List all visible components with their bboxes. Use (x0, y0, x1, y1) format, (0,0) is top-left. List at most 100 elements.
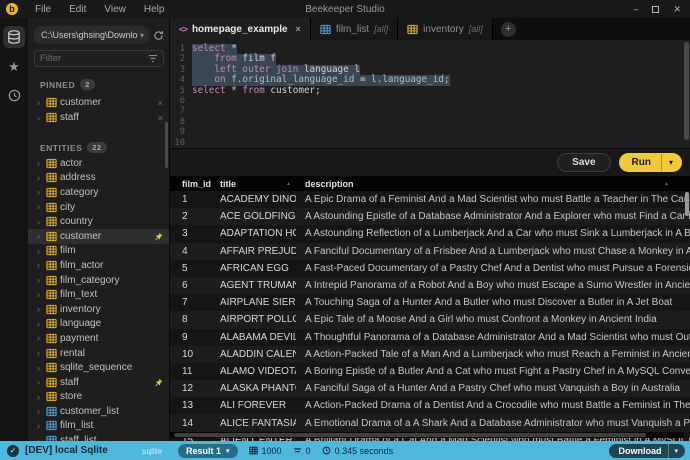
database-panel-button[interactable] (3, 26, 25, 48)
table-row[interactable]: 4AFFAIR PREJUDICEA Fanciful Documentary … (170, 243, 690, 260)
download-options-caret[interactable]: ▾ (668, 444, 685, 458)
entity-film_text[interactable]: ›film_text (28, 287, 169, 302)
menu-edit[interactable]: Edit (60, 4, 95, 15)
table-row[interactable]: 10ALADDIN CALENDARA Action-Packed Tale o… (170, 346, 690, 363)
code-line-5[interactable]: 5select * from customer; (170, 86, 690, 96)
chevron-right-icon[interactable]: › (37, 246, 46, 256)
run-button[interactable]: Run ▾ (619, 153, 682, 172)
chevron-right-icon[interactable]: › (37, 333, 46, 343)
entity-staff_list[interactable]: ›staff_list (28, 433, 169, 441)
result-selector[interactable]: Result 1 ▾ (178, 444, 238, 458)
chevron-right-icon[interactable]: › (37, 392, 46, 402)
close-button[interactable]: ✕ (673, 0, 681, 18)
chevron-right-icon[interactable]: › (37, 290, 46, 300)
chevron-right-icon[interactable]: › (37, 421, 46, 431)
table-row[interactable]: 12ALASKA PHANTOMA Fanciful Saga of a Hun… (170, 380, 690, 397)
entity-film_category[interactable]: ›film_category (28, 273, 169, 288)
chevron-right-icon[interactable]: › (37, 260, 46, 270)
entity-country[interactable]: ›country (28, 214, 169, 229)
entity-payment[interactable]: ›payment (28, 331, 169, 346)
table-row[interactable]: 13ALI FOREVERA Action-Packed Drama of a … (170, 397, 690, 414)
entity-language[interactable]: ›language (28, 317, 169, 332)
entity-actor[interactable]: ›actor (28, 156, 169, 171)
maximize-button[interactable] (652, 6, 659, 13)
table-row[interactable]: 3ADAPTATION HOLESA Astounding Reflection… (170, 225, 690, 242)
tab-homepage_example[interactable]: <>homepage_example× (170, 18, 311, 40)
chevron-right-icon[interactable]: › (37, 377, 46, 387)
horizontal-scrollbar[interactable] (170, 432, 684, 438)
chevron-right-icon[interactable]: › (37, 113, 46, 123)
sidebar-scrollbar[interactable] (165, 122, 168, 168)
table-row[interactable]: 8AIRPORT POLLOCKA Epic Tale of a Moose A… (170, 311, 690, 328)
table-row[interactable]: 6AGENT TRUMANA Intrepid Panorama of a Ro… (170, 277, 690, 294)
save-button[interactable]: Save (557, 153, 610, 172)
chevron-right-icon[interactable]: › (37, 98, 46, 108)
download-button[interactable]: Download ▾ (609, 444, 685, 458)
chevron-right-icon[interactable]: › (37, 406, 46, 416)
code-line-7[interactable]: 7 (170, 106, 690, 116)
chevron-right-icon[interactable]: › (37, 173, 46, 183)
column-header-film_id[interactable]: film_id▲ (170, 179, 212, 189)
vertical-scrollbar[interactable] (685, 192, 689, 216)
favorites-button[interactable]: ★ (3, 58, 25, 76)
chevron-right-icon[interactable]: › (37, 187, 46, 197)
entity-customer[interactable]: ›customer (28, 229, 169, 244)
new-tab-button[interactable]: + (501, 22, 516, 37)
column-header-title[interactable]: title▲ (212, 179, 296, 189)
filter-input[interactable] (40, 53, 148, 64)
filter-icon[interactable] (148, 54, 158, 63)
connection-selector[interactable]: C:\Users\ghsing\Downloads ▾ (34, 26, 149, 44)
code-line-9[interactable]: 9 (170, 127, 690, 137)
menu-file[interactable]: File (26, 4, 60, 15)
chevron-right-icon[interactable]: › (37, 158, 46, 168)
chevron-right-icon[interactable]: › (37, 363, 46, 373)
code-line-10[interactable]: 10 (170, 138, 690, 148)
entity-store[interactable]: ›store (28, 390, 169, 405)
tab-inventory[interactable]: inventory[all] (398, 18, 493, 40)
entity-film[interactable]: ›film (28, 244, 169, 259)
chevron-right-icon[interactable]: › (37, 319, 46, 329)
table-row[interactable]: 2ACE GOLDFINGERA Astounding Epistle of a… (170, 208, 690, 225)
entity-customer_list[interactable]: ›customer_list (28, 404, 169, 419)
pinned-item-staff[interactable]: ›staff× (28, 110, 169, 125)
menu-help[interactable]: Help (135, 4, 174, 15)
code-line-8[interactable]: 8 (170, 117, 690, 127)
column-header-description[interactable]: description▲ (296, 179, 690, 189)
chevron-right-icon[interactable]: › (37, 348, 46, 358)
tab-film_list[interactable]: film_list[all] (311, 18, 398, 40)
refresh-icon[interactable] (153, 30, 164, 41)
history-button[interactable] (3, 86, 25, 104)
entity-inventory[interactable]: ›inventory (28, 302, 169, 317)
code-line-6[interactable]: 6 (170, 96, 690, 106)
table-row[interactable]: 9ALABAMA DEVILA Thoughtful Panorama of a… (170, 329, 690, 346)
chevron-right-icon[interactable]: › (37, 275, 46, 285)
entity-address[interactable]: ›address (28, 171, 169, 186)
menu-view[interactable]: View (95, 4, 135, 15)
entity-film_actor[interactable]: ›film_actor (28, 258, 169, 273)
unpin-icon[interactable]: × (154, 113, 163, 123)
entity-film_list[interactable]: ›film_list (28, 419, 169, 434)
run-options-caret[interactable]: ▾ (661, 154, 682, 171)
editor-scrollbar[interactable] (684, 42, 689, 140)
entity-city[interactable]: ›city (28, 200, 169, 215)
minimize-button[interactable]: – (633, 0, 638, 18)
entity-category[interactable]: ›category (28, 185, 169, 200)
pinned-item-customer[interactable]: ›customer× (28, 95, 169, 110)
run-label[interactable]: Run (619, 153, 661, 172)
table-row[interactable]: 11ALAMO VIDEOTAPEA Boring Epistle of a B… (170, 363, 690, 380)
chevron-right-icon[interactable]: › (37, 304, 46, 314)
table-row[interactable]: 5AFRICAN EGGA Fast-Paced Documentary of … (170, 260, 690, 277)
unpin-icon[interactable]: × (154, 98, 163, 108)
sort-icon[interactable]: ▲ (664, 181, 669, 187)
chevron-right-icon[interactable]: › (37, 202, 46, 212)
close-tab-icon[interactable]: × (296, 24, 301, 34)
sql-editor[interactable]: 1select *2 from film f3 left outer join … (170, 40, 690, 148)
sort-icon[interactable]: ▲ (286, 181, 291, 187)
entity-rental[interactable]: ›rental (28, 346, 169, 361)
table-row[interactable]: 1ACADEMY DINOSAURA Epic Drama of a Femin… (170, 191, 690, 208)
entity-staff[interactable]: ›staff (28, 375, 169, 390)
chevron-right-icon[interactable]: › (37, 217, 46, 227)
chevron-right-icon[interactable]: › (37, 231, 46, 241)
entity-sqlite_sequence[interactable]: ›sqlite_sequence (28, 360, 169, 375)
table-row[interactable]: 14ALICE FANTASIAA Emotional Drama of a A… (170, 414, 690, 431)
